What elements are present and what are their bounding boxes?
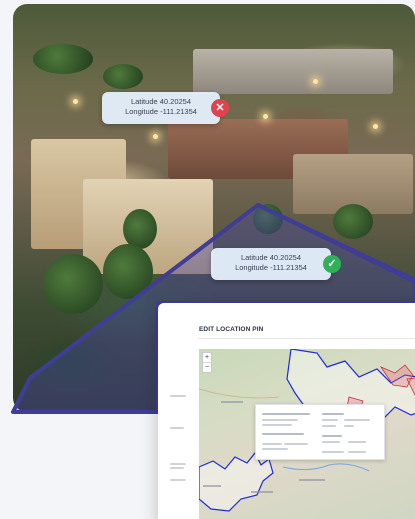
longitude-label: Longitude -111.21354 xyxy=(235,263,307,272)
zoom-control[interactable]: + − xyxy=(202,352,212,373)
form-label xyxy=(170,427,184,429)
map-view[interactable]: + − xyxy=(199,349,415,519)
map-place-label xyxy=(251,491,273,493)
map-place-label xyxy=(221,401,243,403)
light xyxy=(373,124,378,129)
edit-location-pin-panel: EDIT LOCATION PIN + − xyxy=(158,303,415,519)
text-line xyxy=(284,443,308,445)
text-line xyxy=(262,413,310,415)
light xyxy=(313,79,318,84)
text-line xyxy=(262,433,304,435)
text-line xyxy=(322,435,342,437)
building xyxy=(193,49,393,94)
text-line xyxy=(262,443,282,445)
text-line xyxy=(348,451,366,453)
light xyxy=(153,134,158,139)
tree xyxy=(103,244,153,299)
divider xyxy=(198,338,415,339)
text-line xyxy=(322,451,344,453)
location-details-popup xyxy=(255,404,385,460)
map-place-label xyxy=(203,485,221,487)
text-line xyxy=(262,419,298,421)
tree xyxy=(253,204,283,234)
zoom-out-button[interactable]: − xyxy=(203,362,211,372)
latitude-label: Latitude 40.20254 xyxy=(130,97,192,106)
location-pin-tooltip[interactable]: Latitude 40.20254 Longitude -111.21354 xyxy=(102,92,220,124)
text-line xyxy=(322,419,338,421)
text-line xyxy=(262,424,292,426)
text-line xyxy=(344,419,370,421)
tree xyxy=(103,64,143,89)
form-label xyxy=(170,395,186,397)
form-label xyxy=(170,479,186,481)
check-icon[interactable]: ✓ xyxy=(323,255,341,273)
zoom-in-button[interactable]: + xyxy=(203,353,211,362)
longitude-label: Longitude -111.21354 xyxy=(125,107,197,116)
location-pin-tooltip[interactable]: Latitude 40.20254 Longitude -111.21354 xyxy=(211,248,331,280)
text-line xyxy=(322,425,336,427)
close-icon[interactable]: ✕ xyxy=(211,99,229,117)
form-label xyxy=(170,463,186,465)
latitude-label: Latitude 40.20254 xyxy=(240,253,302,262)
text-line xyxy=(322,413,344,415)
text-line xyxy=(262,448,288,450)
text-line xyxy=(322,441,340,443)
light xyxy=(263,114,268,119)
text-line xyxy=(344,425,354,427)
hero-illustration: Latitude 40.20254 Longitude -111.21354 ✕… xyxy=(0,0,415,519)
text-line xyxy=(348,441,366,443)
tree xyxy=(43,254,103,314)
form-label xyxy=(170,467,184,469)
map-place-label xyxy=(299,479,325,481)
panel-title: EDIT LOCATION PIN xyxy=(199,326,264,333)
tree xyxy=(33,44,93,74)
tree xyxy=(333,204,373,239)
tree xyxy=(123,209,157,249)
light xyxy=(73,99,78,104)
